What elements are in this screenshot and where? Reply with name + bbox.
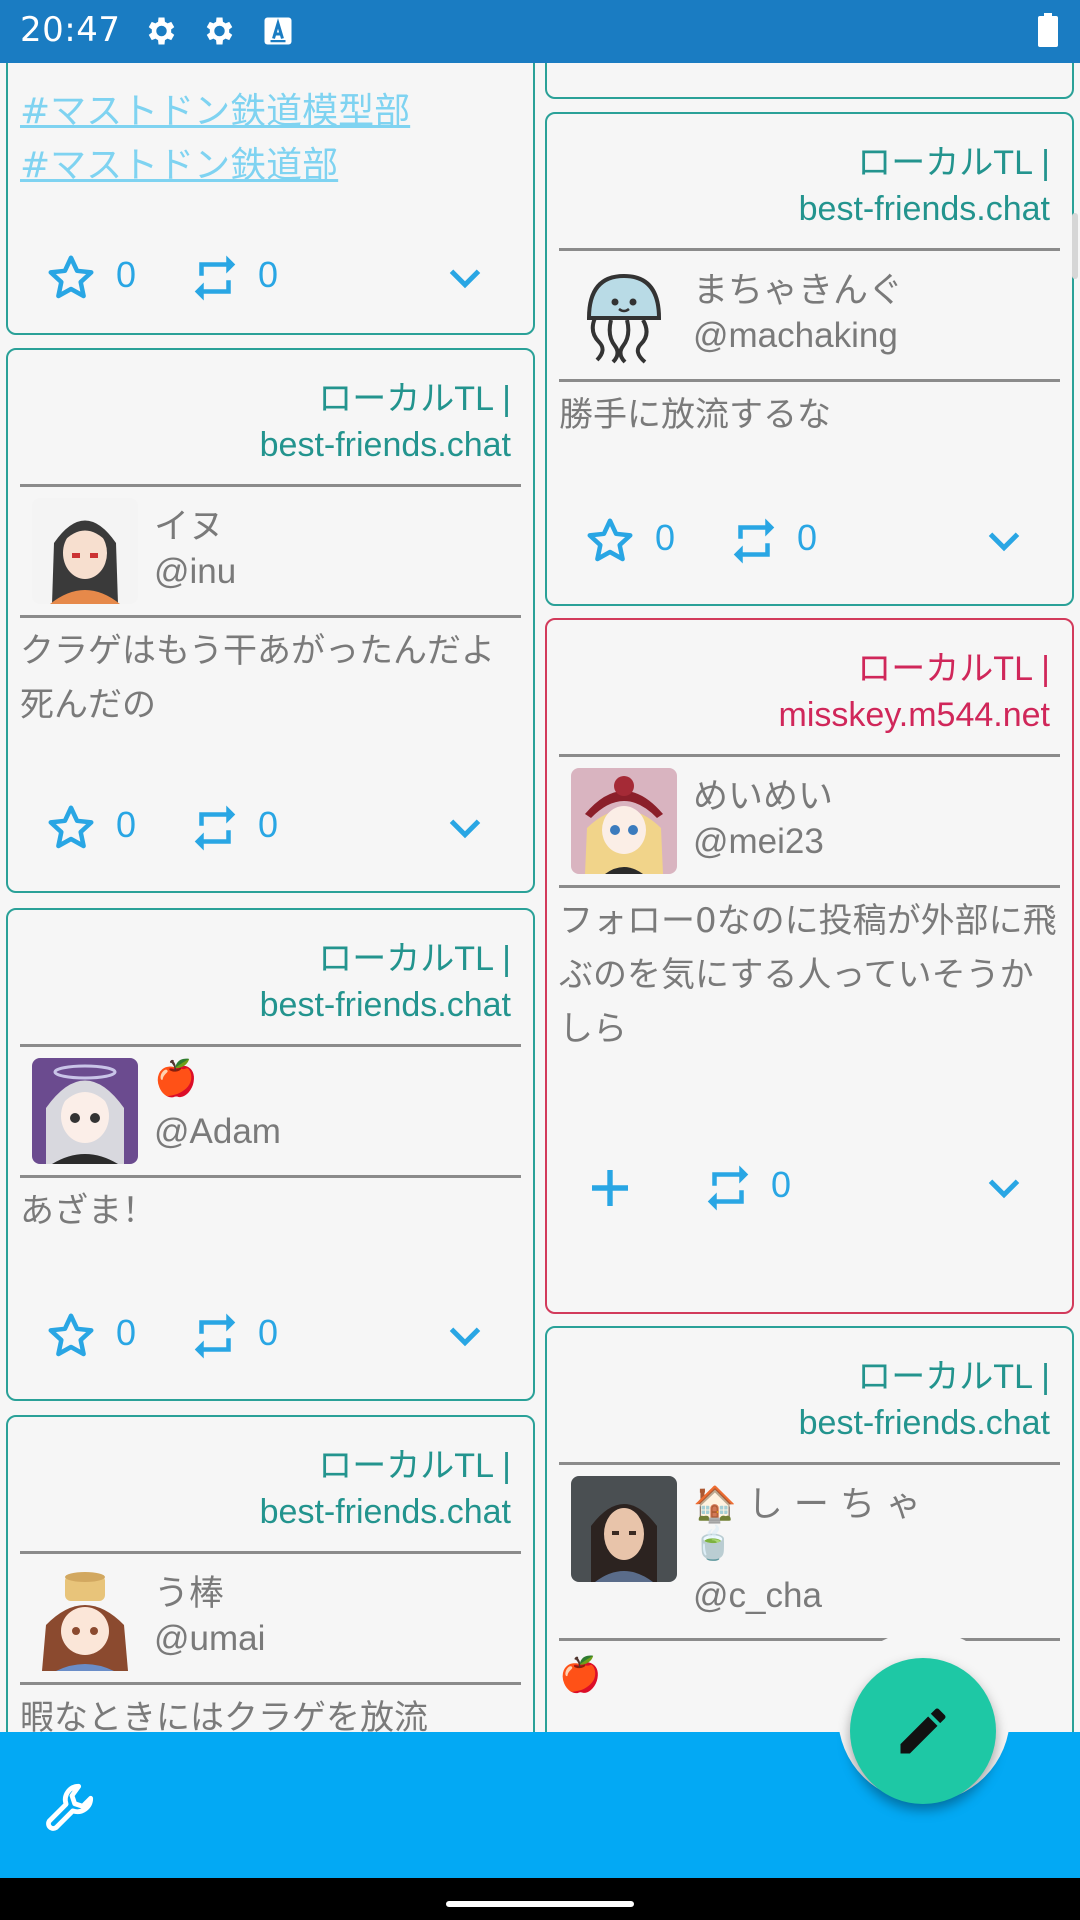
divider <box>20 1551 521 1554</box>
divider <box>20 615 521 618</box>
chevron-down-icon[interactable] <box>977 514 1031 568</box>
gear-icon <box>148 17 175 45</box>
pencil-icon <box>900 1708 946 1754</box>
user-handle[interactable]: @mei23 <box>693 822 824 862</box>
status-time: 20:47 <box>20 10 121 50</box>
display-name: 🍎 <box>154 1059 198 1099</box>
avatar[interactable] <box>32 1058 138 1164</box>
star-outline-icon[interactable] <box>44 251 98 305</box>
status-card[interactable]: ローカルTL | best-friends.chat う棒 @umai 暇なとき… <box>6 1415 535 1732</box>
status-card[interactable] <box>545 63 1074 99</box>
boost-count: 0 <box>258 1312 279 1353</box>
compose-button[interactable] <box>850 1658 996 1804</box>
wrench-icon[interactable] <box>40 1777 104 1841</box>
timeline-source: ローカルTL | best-friends.chat <box>259 1447 511 1531</box>
display-name: まちゃきんぐ <box>693 271 904 311</box>
timeline[interactable]: #マストドン鉄道模型部 #マストドン鉄道部 0 0 ローカルTL | best-… <box>0 63 1080 1732</box>
status-text: あざま！ <box>20 1191 156 1231</box>
repeat-icon[interactable] <box>727 514 781 568</box>
avatar[interactable] <box>32 498 138 604</box>
divider <box>559 1462 1060 1465</box>
status-text: フォロー0なのに投稿が外部に飛ぶのを気にする人っていそうかしら <box>559 901 1057 1049</box>
status-card[interactable]: ローカルTL | best-friends.chat まちゃきんぐ @macha… <box>545 112 1074 606</box>
divider <box>559 885 1060 888</box>
favorite-count: 0 <box>116 254 137 295</box>
divider <box>20 1044 521 1047</box>
divider <box>20 1682 521 1685</box>
divider <box>20 1175 521 1178</box>
user-handle[interactable]: @Adam <box>154 1112 281 1152</box>
avatar[interactable] <box>571 1476 677 1582</box>
user-handle[interactable]: @inu <box>154 552 236 592</box>
status-actions: 0 <box>547 1158 1072 1218</box>
divider <box>559 248 1060 251</box>
divider <box>559 379 1060 382</box>
star-outline-icon[interactable] <box>583 514 637 568</box>
divider <box>559 754 1060 757</box>
boost-count: 0 <box>771 1164 792 1205</box>
favorite-count: 0 <box>116 1312 137 1353</box>
timeline-source: ローカルTL | best-friends.chat <box>798 144 1050 228</box>
chevron-down-icon[interactable] <box>977 1161 1031 1215</box>
display-name: 🏠 し ー ち ゃ <box>693 1485 922 1525</box>
home-gesture-handle[interactable] <box>446 1901 634 1907</box>
timeline-source: ローカルTL | misskey.m544.net <box>778 650 1050 734</box>
status-text: クラゲはもう干あがったんだよ 死んだの <box>20 631 495 725</box>
scrollbar[interactable] <box>1072 213 1078 279</box>
boost-count: 0 <box>258 254 279 295</box>
divider <box>20 484 521 487</box>
status-actions: 0 0 <box>547 511 1072 571</box>
boost-count: 0 <box>258 804 279 845</box>
status-bar: 20:47 <box>0 0 1080 63</box>
status-card[interactable]: ローカルTL | best-friends.chat 🍎 @Adam あざま！ … <box>6 908 535 1401</box>
chevron-down-icon[interactable] <box>438 251 492 305</box>
status-card[interactable]: #マストドン鉄道模型部 #マストドン鉄道部 0 0 <box>6 63 535 335</box>
battery-icon <box>1038 13 1058 47</box>
timeline-source: ローカルTL | best-friends.chat <box>798 1358 1050 1442</box>
favorite-count: 0 <box>116 804 137 845</box>
status-actions: 0 0 <box>8 248 533 308</box>
user-handle[interactable]: @machaking <box>693 316 898 356</box>
display-name: めいめい <box>693 777 834 817</box>
user-handle[interactable]: @umai <box>154 1619 265 1659</box>
status-actions: 0 0 <box>8 798 533 858</box>
repeat-icon[interactable] <box>188 251 242 305</box>
status-actions: 0 0 <box>8 1306 533 1366</box>
star-outline-icon[interactable] <box>44 1309 98 1363</box>
hashtag-link[interactable]: #マストドン鉄道部 <box>20 139 519 193</box>
chevron-down-icon[interactable] <box>438 1309 492 1363</box>
divider <box>559 1638 1060 1641</box>
system-nav-bar <box>0 1878 1080 1920</box>
status-card-misskey[interactable]: ローカルTL | misskey.m544.net めいめい @mei23 フォ… <box>545 618 1074 1314</box>
repeat-icon[interactable] <box>701 1161 755 1215</box>
gear-icon <box>206 17 233 45</box>
hashtag-link[interactable]: #マストドン鉄道模型部 <box>20 85 519 139</box>
chevron-down-icon[interactable] <box>438 801 492 855</box>
avatar[interactable] <box>571 768 677 874</box>
display-name: イヌ <box>154 507 225 547</box>
avatar[interactable] <box>32 1565 138 1671</box>
timeline-source: ローカルTL | best-friends.chat <box>259 380 511 464</box>
plus-icon[interactable] <box>583 1161 637 1215</box>
favorite-count: 0 <box>655 517 676 558</box>
status-text: 暇なときにはクラゲを放流 <box>20 1698 428 1732</box>
timeline-source: ローカルTL | best-friends.chat <box>259 940 511 1024</box>
display-name: う棒 <box>154 1574 225 1614</box>
repeat-icon[interactable] <box>188 1309 242 1363</box>
display-name-line2: 🍵 <box>693 1524 733 1562</box>
status-card[interactable]: ローカルTL | best-friends.chat イヌ @inu クラゲはも… <box>6 348 535 893</box>
keyboard-a-icon <box>264 17 292 45</box>
status-text: 勝手に放流するな <box>559 395 831 435</box>
repeat-icon[interactable] <box>188 801 242 855</box>
avatar[interactable] <box>571 262 677 368</box>
star-outline-icon[interactable] <box>44 801 98 855</box>
user-handle[interactable]: @c_cha <box>693 1576 822 1616</box>
boost-count: 0 <box>797 517 818 558</box>
